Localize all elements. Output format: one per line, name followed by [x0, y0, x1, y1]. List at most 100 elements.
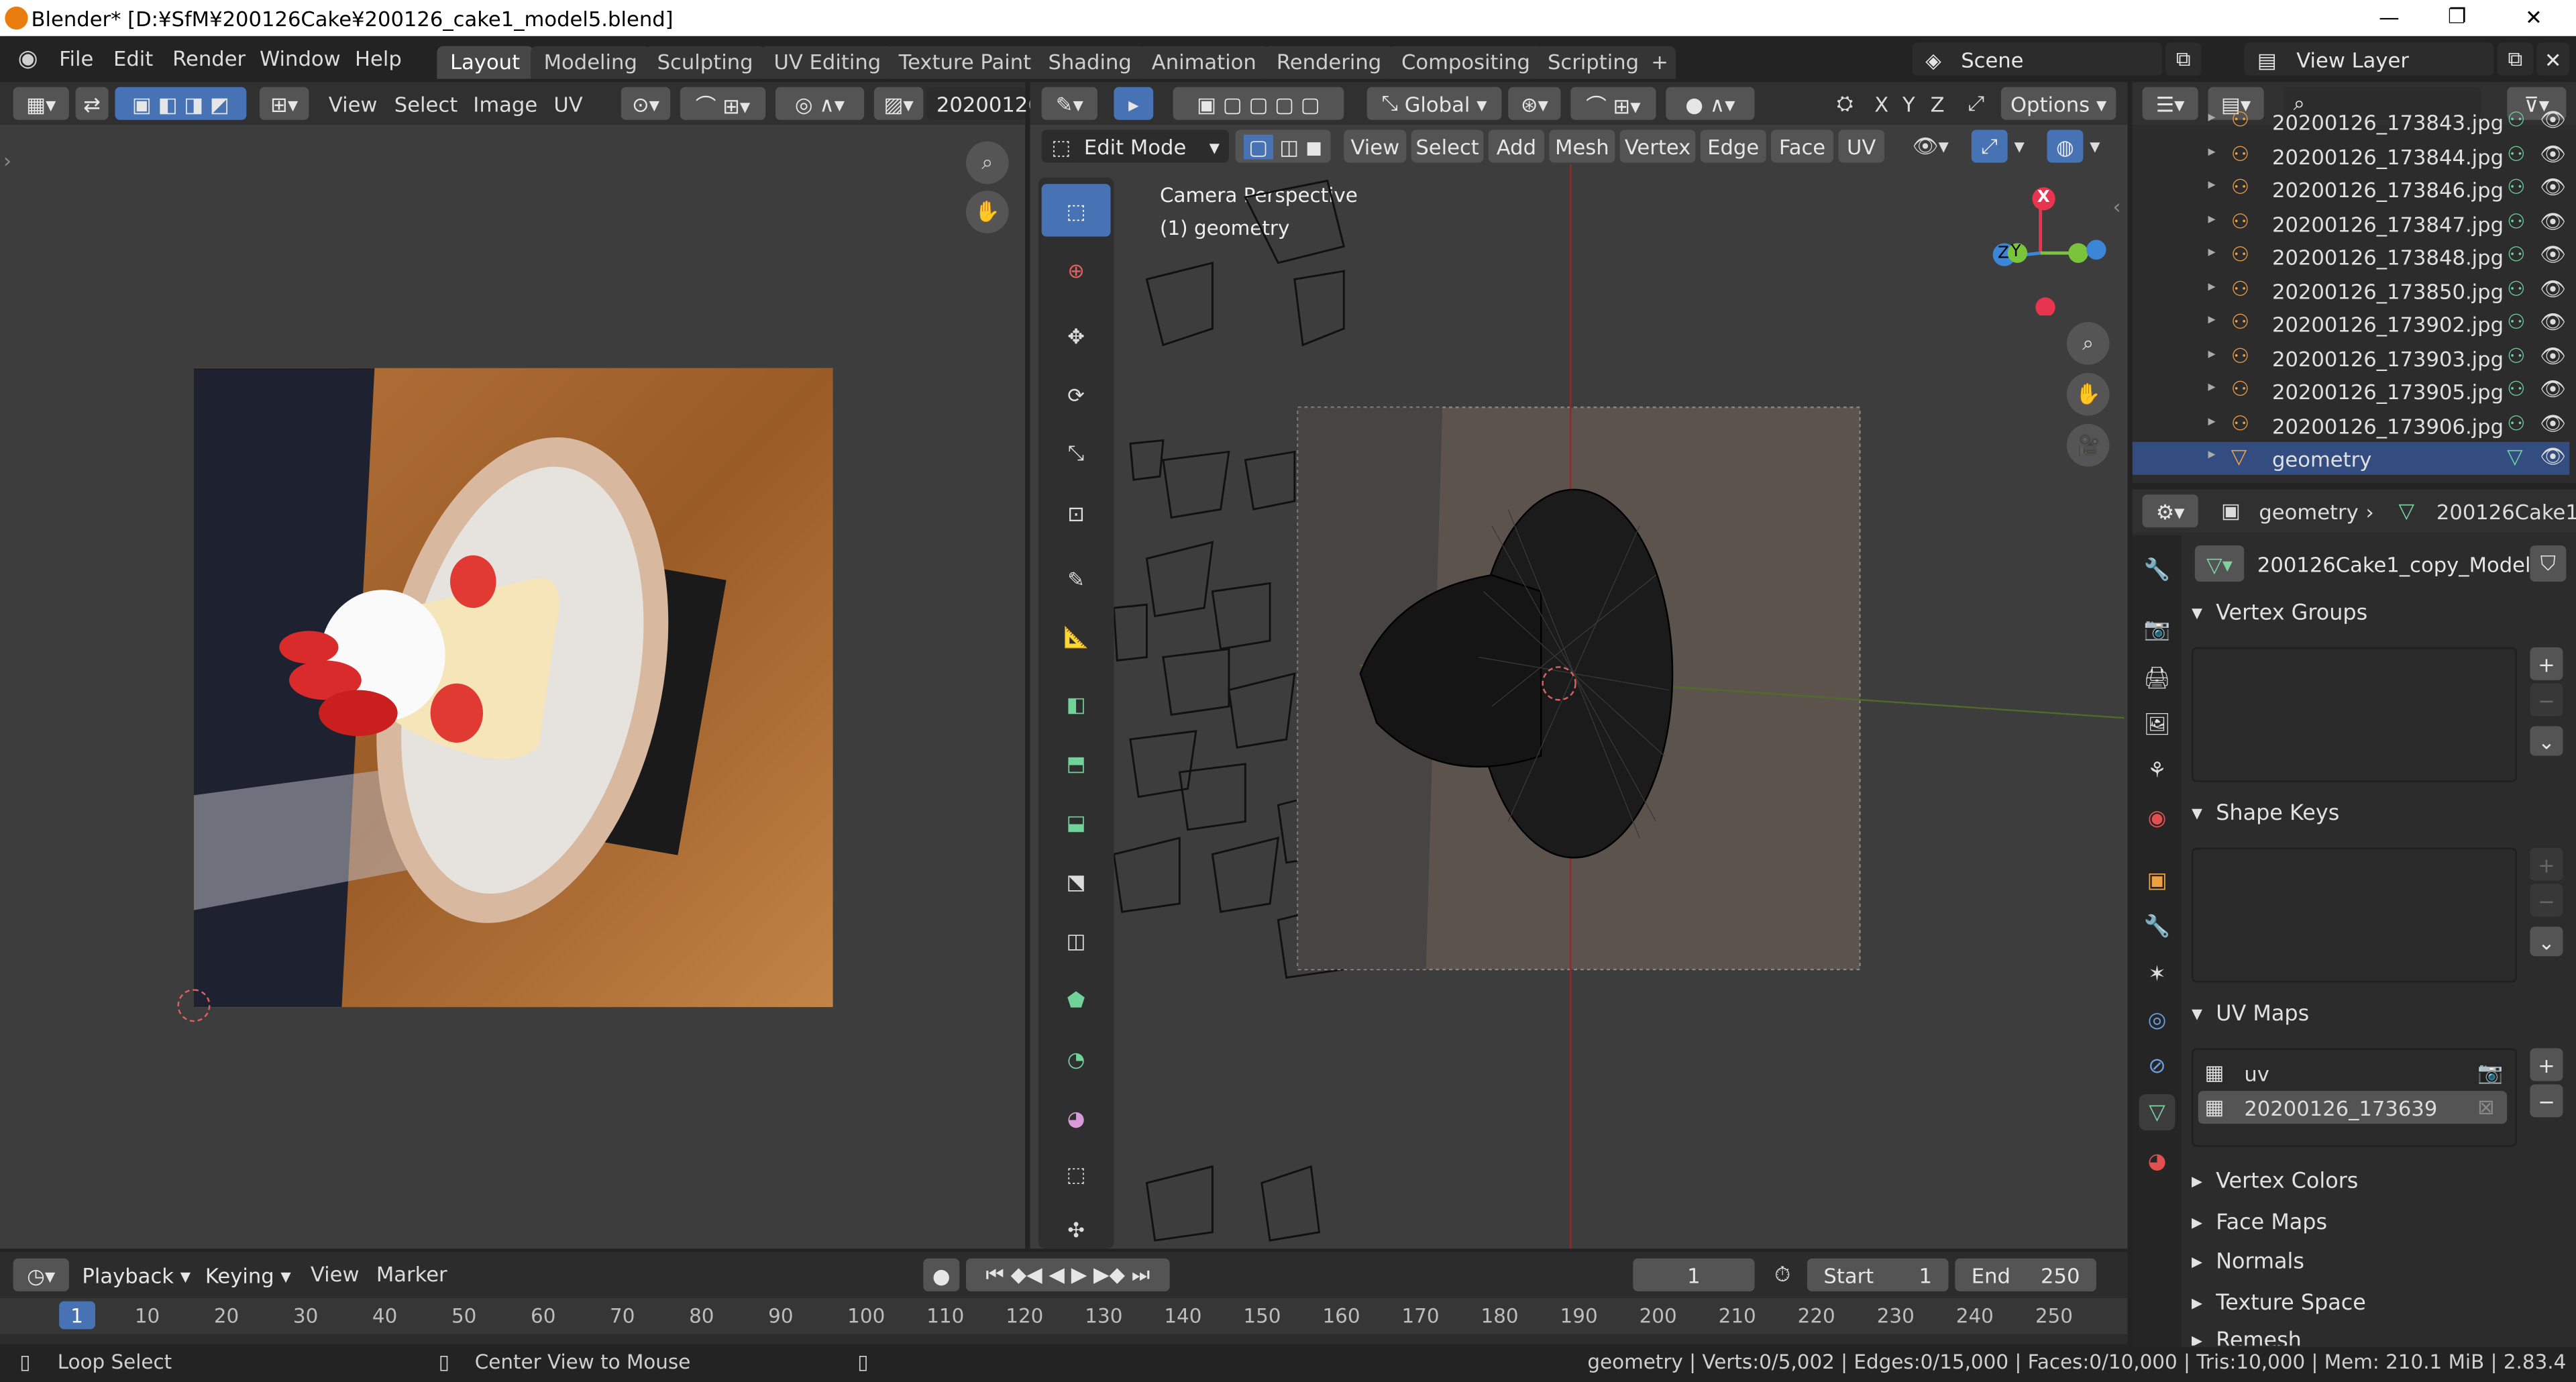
- view-layer-tab-icon[interactable]: 🖼: [2139, 706, 2176, 743]
- properties-editor-type[interactable]: ⚙▾: [2142, 494, 2198, 528]
- render-camera-icon[interactable]: 📷: [2477, 1060, 2503, 1086]
- tab-layout[interactable]: Layout: [437, 46, 533, 79]
- camera-data-icon[interactable]: ⚇: [2507, 107, 2525, 131]
- vertex-groups-list[interactable]: [2191, 647, 2517, 782]
- mirror-icon[interactable]: ⛭: [1837, 91, 1854, 117]
- camera-data-icon[interactable]: ⚇: [2507, 275, 2525, 300]
- viewport-menu-select[interactable]: Select: [1411, 129, 1484, 163]
- tab-shading[interactable]: Shading: [1034, 46, 1145, 79]
- visibility-eye-icon[interactable]: 👁▾: [1913, 133, 1949, 159]
- sticky-select-mode[interactable]: ⊞▾: [259, 87, 309, 120]
- material-tab-icon[interactable]: ◕: [2139, 1144, 2176, 1180]
- smooth-tool-icon[interactable]: ⬚: [1042, 1147, 1111, 1199]
- physics-tab-icon[interactable]: ◎: [2139, 1002, 2176, 1039]
- viewport-menu-view[interactable]: View: [1344, 129, 1407, 163]
- remesh-header[interactable]: ▸ Remesh: [2192, 1329, 2302, 1345]
- vertex-group-add-button[interactable]: +: [2530, 647, 2563, 680]
- uv-maps-header[interactable]: ▾ UV Maps: [2192, 1002, 2309, 1027]
- select-box-tool-header[interactable]: ▸: [1114, 87, 1154, 120]
- outliner-item[interactable]: ▸ ⚇ 20200126_173850.jpg ⚇ 👁: [2133, 274, 2569, 307]
- mesh-name-field[interactable]: 200126Cake1_copy_Model_5: [2244, 545, 2554, 582]
- scene-selector[interactable]: ◈ Scene: [1912, 42, 2162, 76]
- gizmo-toggle[interactable]: ⤢: [1971, 129, 2008, 163]
- outliner-item[interactable]: ▸ ▽ geometry ▽ 👁: [2132, 441, 2570, 475]
- overlay-toggle[interactable]: ◍: [2047, 129, 2084, 163]
- vertex-groups-header[interactable]: ▾ Vertex Groups: [2192, 601, 2367, 626]
- maximize-button[interactable]: ❐: [2448, 3, 2466, 28]
- current-frame-field[interactable]: 1: [1633, 1258, 1755, 1291]
- camera-data-icon[interactable]: ⚇: [2507, 410, 2525, 435]
- expand-arrow-icon[interactable]: ▸: [2208, 380, 2215, 396]
- vertex-group-remove-button[interactable]: −: [2530, 683, 2563, 716]
- render-camera-icon[interactable]: ⊠: [2477, 1094, 2495, 1119]
- camera-data-icon[interactable]: ⚇: [2507, 376, 2525, 401]
- breadcrumb-object[interactable]: geometry: [2259, 499, 2358, 524]
- tab-animation[interactable]: Animation: [1138, 46, 1270, 79]
- visibility-eye-icon[interactable]: 👁: [2540, 140, 2566, 166]
- menu-file[interactable]: File: [59, 46, 93, 71]
- visibility-eye-icon[interactable]: 👁: [2540, 410, 2566, 436]
- timeline-editor-type[interactable]: ◷▾: [13, 1258, 69, 1291]
- viewport-menu-face[interactable]: Face: [1771, 129, 1834, 163]
- zoom-navigation-icon[interactable]: ⌕: [966, 141, 1009, 184]
- image-menu-view[interactable]: View: [329, 92, 378, 117]
- viewport-menu-mesh[interactable]: Mesh: [1549, 129, 1615, 163]
- bevel-tool-icon[interactable]: ⬔: [1042, 854, 1111, 906]
- image-menu-image[interactable]: Image: [473, 92, 537, 117]
- new-view-layer-button[interactable]: ⧉: [2497, 42, 2534, 76]
- collapse-arrow-icon[interactable]: ›: [3, 148, 11, 172]
- remove-view-layer-button[interactable]: ✕: [2536, 42, 2570, 76]
- viewport-menu-add[interactable]: Add: [1488, 129, 1545, 163]
- expand-arrow-icon[interactable]: ▸: [2208, 346, 2215, 362]
- record-button[interactable]: ●: [923, 1258, 960, 1291]
- extrude-tool-icon[interactable]: ⬒: [1042, 736, 1111, 788]
- viewport-pan-icon[interactable]: ✋: [2066, 372, 2110, 416]
- camera-data-icon[interactable]: ⚇: [2507, 343, 2525, 368]
- uv-map-add-button[interactable]: +: [2530, 1048, 2563, 1081]
- viewport-zoom-icon[interactable]: ⌕: [2066, 322, 2110, 365]
- expand-arrow-icon[interactable]: ▸: [2208, 413, 2215, 429]
- breadcrumb-mesh[interactable]: 200126Cake1_c: [2436, 499, 2576, 524]
- overlay-dropdown-icon[interactable]: ▾: [2090, 133, 2100, 158]
- uv-map-remove-button[interactable]: −: [2530, 1084, 2563, 1118]
- shape-key-menu-button[interactable]: ⌄: [2530, 926, 2563, 957]
- vertex-edge-face-select[interactable]: ▢ ◫ ◼: [1235, 129, 1331, 163]
- camera-data-icon[interactable]: ⚇: [2507, 242, 2525, 266]
- visibility-eye-icon[interactable]: 👁: [2540, 376, 2566, 403]
- measure-tool-icon[interactable]: 📐: [1042, 611, 1111, 663]
- tool-settings-tab-icon[interactable]: 🔧: [2139, 552, 2176, 588]
- menu-window[interactable]: Window: [260, 46, 341, 71]
- visibility-eye-icon[interactable]: 👁: [2540, 174, 2566, 201]
- viewport-menu-edge[interactable]: Edge: [1700, 129, 1766, 163]
- expand-arrow-icon[interactable]: ▸: [2208, 312, 2215, 328]
- visibility-eye-icon[interactable]: 👁: [2540, 343, 2566, 369]
- outliner-item[interactable]: ▸ ⚇ 20200126_173843.jpg ⚇ 👁: [2133, 105, 2569, 138]
- mesh-data-icon[interactable]: ▽: [2507, 443, 2523, 468]
- tab-modeling[interactable]: Modeling: [531, 46, 651, 79]
- camera-data-icon[interactable]: ⚇: [2507, 208, 2525, 233]
- viewport-snap-button[interactable]: ⌒ ⊞▾: [1570, 87, 1656, 120]
- world-tab-icon[interactable]: ◉: [2139, 800, 2176, 837]
- constraints-tab-icon[interactable]: ⊘: [2139, 1048, 2176, 1084]
- shrink-tool-icon[interactable]: ✣: [1042, 1203, 1111, 1255]
- transform-tool-icon[interactable]: ⊡: [1042, 486, 1111, 539]
- pivot-button[interactable]: ⊙▾: [621, 87, 671, 120]
- snap-button[interactable]: ⌒ ⊞▾: [680, 87, 766, 120]
- knife-tool-icon[interactable]: ⬟: [1042, 973, 1111, 1025]
- vertex-group-menu-button[interactable]: ⌄: [2530, 726, 2563, 756]
- visibility-eye-icon[interactable]: 👁: [2540, 242, 2566, 268]
- options-dropdown[interactable]: Options ▾: [2000, 87, 2116, 120]
- shape-key-remove-button[interactable]: −: [2530, 884, 2563, 917]
- expand-arrow-icon[interactable]: ▸: [2208, 177, 2215, 193]
- outliner-item[interactable]: ▸ ⚇ 20200126_173846.jpg ⚇ 👁: [2133, 172, 2569, 205]
- viewport-proportional-button[interactable]: ● ∧▾: [1666, 87, 1755, 120]
- expand-arrow-icon[interactable]: ▸: [2208, 278, 2215, 295]
- object-tab-icon[interactable]: ▣: [2139, 863, 2176, 899]
- select-mode-buttons[interactable]: ▣ ◧ ◨ ◩: [115, 87, 247, 120]
- tab-uv-editing[interactable]: UV Editing: [760, 46, 894, 79]
- minimize-button[interactable]: —: [2379, 5, 2400, 30]
- image-menu-select[interactable]: Select: [394, 92, 458, 117]
- render-tab-icon[interactable]: 📷: [2139, 611, 2176, 647]
- auto-merge-icon[interactable]: ⤢: [1968, 91, 1985, 117]
- image-browse-button[interactable]: ▨▾: [873, 87, 924, 120]
